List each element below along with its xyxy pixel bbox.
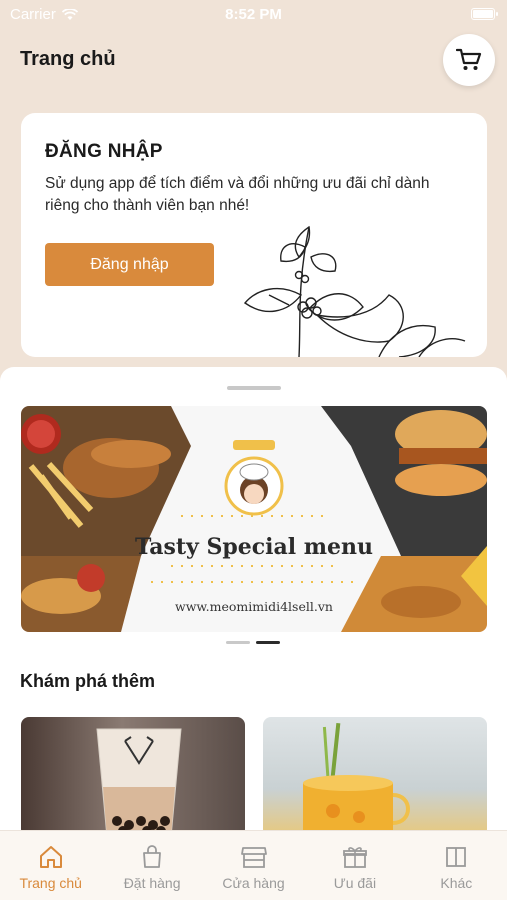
shopping-bag-icon: [143, 845, 162, 868]
page-title: Trang chủ: [20, 48, 116, 70]
fruit-tea-image: [303, 722, 410, 837]
explore-card-fruit-tea[interactable]: [263, 717, 487, 837]
gift-icon: [343, 847, 367, 868]
cart-icon: [456, 48, 482, 70]
status-bar: Carrier 8:52 PM: [0, 0, 507, 30]
tab-home-label: Trang chủ: [19, 875, 82, 891]
battery-icon: [471, 8, 498, 20]
bottom-tab-bar: Trang chủ Đặt hàng Cửa hàng Ưu đãi Khác: [0, 830, 507, 900]
tab-more[interactable]: Khác: [406, 831, 507, 900]
sheet-drag-handle[interactable]: [227, 386, 281, 390]
cart-button[interactable]: [443, 34, 495, 86]
home-icon: [39, 846, 62, 868]
tab-more-label: Khác: [440, 875, 473, 891]
promo-banner[interactable]: Tasty Special menu www.meomimidi4lsell.v…: [21, 406, 487, 632]
content-sheet[interactable]: Tasty Special menu www.meomimidi4lsell.v…: [0, 367, 507, 900]
login-button[interactable]: Đăng nhập: [45, 243, 214, 286]
coffee-plant-illustration: [243, 225, 466, 357]
tab-offers-label: Ưu đãi: [333, 875, 377, 891]
explore-section-title: Khám phá thêm: [20, 671, 156, 691]
store-icon: [240, 847, 267, 868]
banner-url: www.meomimidi4lsell.vn: [175, 599, 333, 614]
tab-offers[interactable]: Ưu đãi: [304, 831, 405, 900]
pager-dot-active[interactable]: [256, 641, 280, 644]
login-card: ĐĂNG NHẬP Sử dụng app để tích điểm và đổ…: [21, 113, 487, 357]
tab-home[interactable]: Trang chủ: [0, 831, 101, 900]
tab-store[interactable]: Cửa hàng: [203, 831, 304, 900]
more-panel-icon: [446, 847, 467, 867]
milk-tea-image: [96, 728, 182, 837]
tab-order-label: Đặt hàng: [123, 875, 181, 891]
banner-title: Tasty Special menu: [134, 534, 374, 560]
tab-order[interactable]: Đặt hàng: [101, 831, 202, 900]
explore-card-milk-tea[interactable]: [21, 717, 245, 837]
banner-pager[interactable]: [226, 641, 280, 644]
login-description: Sử dụng app để tích điểm và đổi những ưu…: [45, 175, 430, 214]
clock: 8:52 PM: [225, 6, 282, 23]
pager-dot[interactable]: [226, 641, 250, 644]
login-title: ĐĂNG NHẬP: [45, 141, 163, 162]
tab-store-label: Cửa hàng: [222, 875, 285, 891]
